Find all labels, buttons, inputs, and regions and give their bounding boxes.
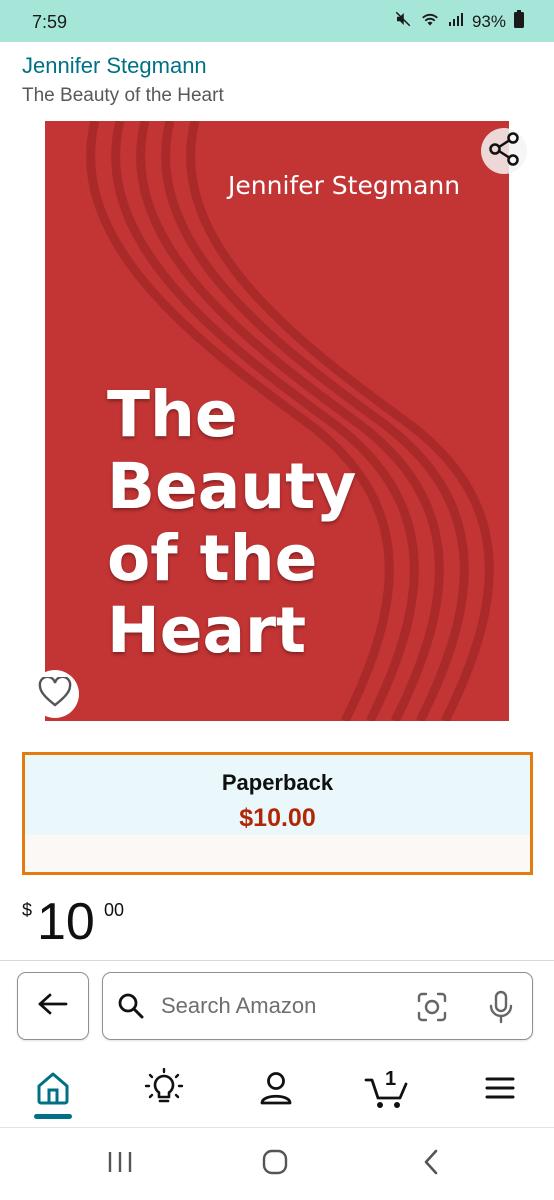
- arrow-left-icon: [37, 992, 69, 1021]
- camera-search-icon[interactable]: [416, 991, 448, 1028]
- signal-icon: [448, 11, 464, 32]
- price-fraction: 00: [104, 900, 125, 920]
- system-back-button[interactable]: [411, 1148, 451, 1180]
- nav-menu[interactable]: [470, 1060, 530, 1120]
- nav-active-indicator: [34, 1114, 72, 1119]
- format-option-paperback[interactable]: Paperback $10.00: [22, 752, 533, 875]
- nav-inspire[interactable]: [134, 1060, 194, 1120]
- battery-icon: [514, 10, 524, 33]
- price-whole: 10: [37, 893, 95, 951]
- mute-icon: [394, 10, 412, 33]
- divider: [0, 960, 554, 961]
- cart-count-badge: 1: [385, 1068, 397, 1090]
- wifi-icon: [420, 10, 440, 33]
- author-link[interactable]: Jennifer Stegmann: [22, 53, 207, 79]
- price-symbol: $: [22, 900, 33, 920]
- cover-author: Jennifer Stegmann: [228, 171, 461, 200]
- product-cover-image[interactable]: Jennifer Stegmann The Beauty of the Hear…: [45, 121, 509, 721]
- microphone-icon[interactable]: [487, 990, 515, 1029]
- format-price: $10.00: [239, 804, 316, 832]
- status-time: 7:59: [32, 12, 68, 32]
- search-bar[interactable]: [102, 972, 533, 1040]
- status-bar: 7:59 93%: [0, 0, 554, 42]
- wishlist-button[interactable]: [31, 670, 79, 718]
- system-home-button[interactable]: [255, 1148, 295, 1180]
- cart-icon: 1: [364, 1068, 410, 1110]
- recents-button[interactable]: [100, 1148, 140, 1180]
- share-button[interactable]: [481, 128, 527, 174]
- cover-title: The Beauty of the Heart: [107, 378, 357, 667]
- home-circle-icon: [261, 1148, 289, 1181]
- share-icon: [488, 131, 520, 171]
- nav-home[interactable]: [23, 1060, 83, 1120]
- search-icon: [117, 992, 145, 1025]
- recents-icon: [107, 1150, 133, 1179]
- bottom-nav: 1: [0, 1060, 554, 1126]
- format-label: Paperback: [221, 770, 334, 795]
- back-button[interactable]: [17, 972, 89, 1040]
- back-chevron-icon: [422, 1149, 440, 1180]
- account-icon: [259, 1070, 293, 1111]
- menu-icon: [484, 1075, 516, 1106]
- product-title: The Beauty of the Heart: [22, 85, 224, 106]
- heart-icon: [38, 675, 72, 712]
- nav-account[interactable]: [246, 1060, 306, 1120]
- status-icons: 93%: [394, 10, 524, 33]
- search-input[interactable]: [161, 985, 401, 1027]
- inspire-icon: [144, 1067, 184, 1113]
- system-nav-bar: [0, 1128, 554, 1200]
- home-icon: [35, 1071, 71, 1110]
- battery-level: 93%: [471, 11, 506, 31]
- nav-cart[interactable]: 1: [357, 1060, 417, 1120]
